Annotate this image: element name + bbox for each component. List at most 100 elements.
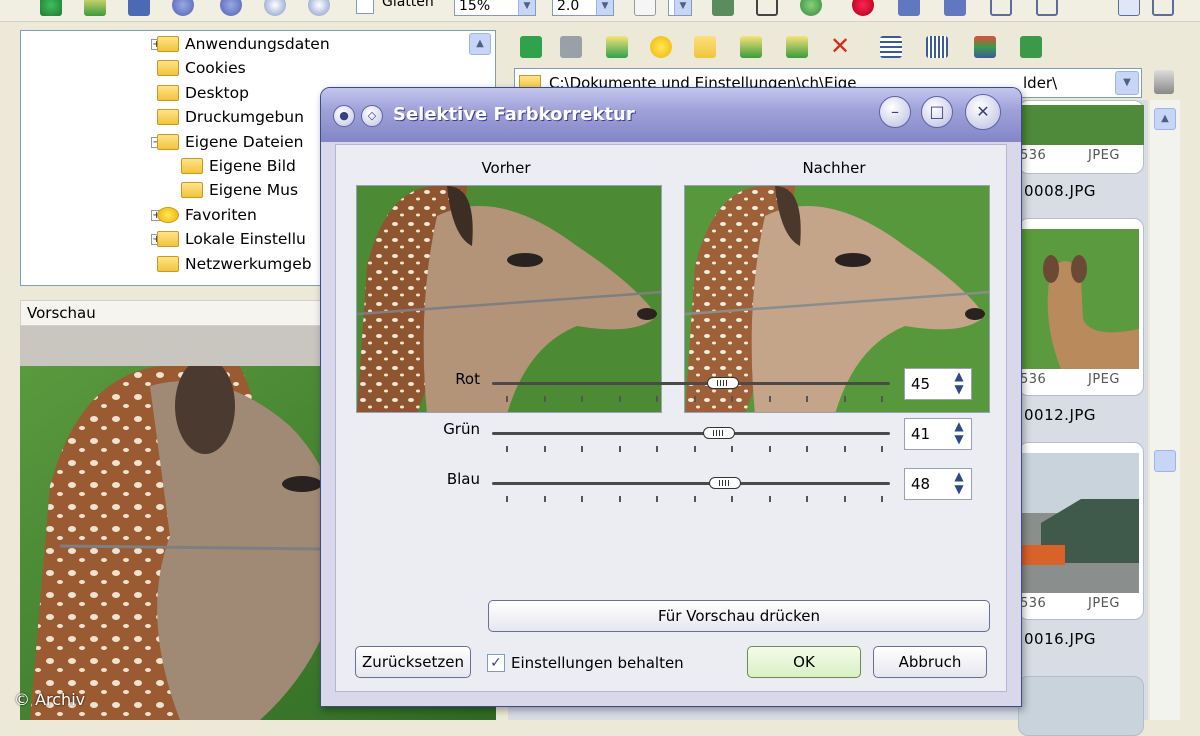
forward-arrow-icon[interactable] (560, 36, 582, 58)
undo-icon[interactable] (898, 0, 920, 16)
slider-value-spinner[interactable]: 45 ▲ ▼ (904, 368, 972, 400)
open-globe-icon[interactable] (40, 0, 62, 16)
thumbnail-card[interactable] (1018, 218, 1144, 396)
tool-select[interactable]: ▼ (668, 0, 692, 16)
minimize-button[interactable]: – (879, 96, 911, 128)
tree-item[interactable]: Anwendungsdaten (157, 33, 330, 55)
slider-tick (843, 396, 846, 402)
thumbnail-image (1020, 105, 1144, 145)
zoom-out-icon[interactable] (308, 0, 330, 16)
slider-track[interactable] (492, 427, 890, 439)
fullscreen-icon[interactable] (1152, 0, 1174, 16)
thumbnail-view-icon[interactable] (974, 36, 996, 58)
slider-value-spinner[interactable]: 48 ▲ ▼ (904, 468, 972, 500)
scrollbar-thumb[interactable] (1154, 450, 1176, 472)
close-button[interactable]: ✕ (965, 94, 1001, 130)
delete-icon[interactable]: ✕ (830, 34, 850, 58)
chevron-down-icon[interactable]: ▼ (518, 0, 535, 15)
zoom-in-icon[interactable] (264, 0, 286, 16)
tree-item[interactable]: Lokale Einstellu (157, 228, 306, 250)
previous-icon[interactable] (172, 0, 194, 16)
gamma-select[interactable]: 2.0 ▼ (552, 0, 614, 16)
zoom-select[interactable]: 15% ▼ (454, 0, 536, 16)
slider-track[interactable] (492, 377, 890, 389)
back-arrow-icon[interactable] (520, 36, 542, 58)
thumbnail-card[interactable] (1018, 442, 1144, 620)
slider-thumb[interactable] (702, 427, 735, 439)
after-label: Nachher (802, 159, 866, 177)
next-icon[interactable] (220, 0, 242, 16)
hand-tool-icon[interactable] (634, 0, 656, 16)
folder-icon (157, 133, 179, 150)
slider-value-spinner[interactable]: 41 ▲ ▼ (904, 418, 972, 450)
slider-tick (506, 396, 508, 402)
reset-button[interactable]: Zurücksetzen (355, 646, 471, 678)
copy-icon[interactable] (712, 0, 734, 16)
spinner-arrows-icon[interactable]: ▲ ▼ (949, 370, 969, 398)
folder-icon (181, 182, 203, 199)
copy-to-folder-icon[interactable] (740, 36, 762, 58)
folder-icon (157, 255, 179, 272)
slider-value: 48 (911, 475, 931, 493)
list-view-icon[interactable] (880, 36, 902, 58)
thumbnail-scrollbar[interactable]: ▲ (1150, 100, 1180, 720)
slider-value: 41 (911, 425, 931, 443)
slider-tick (618, 496, 621, 502)
tree-item[interactable]: Eigene Mus (181, 179, 298, 201)
tree-item[interactable]: Druckumgebun (157, 106, 304, 128)
tree-item[interactable]: Eigene Bild (181, 155, 296, 177)
refresh-icon[interactable] (1020, 36, 1042, 58)
detail-view-icon[interactable] (926, 36, 948, 58)
slider-tick (693, 396, 696, 402)
thumbnail-card[interactable] (1018, 676, 1144, 736)
slider-tick (806, 446, 808, 452)
spinner-arrows-icon[interactable]: ▲ ▼ (949, 470, 969, 498)
trash-icon[interactable] (1154, 70, 1174, 94)
new-folder-icon[interactable] (694, 36, 716, 58)
gamma-value: 2.0 (557, 0, 580, 14)
spinner-arrows-icon[interactable]: ▲ ▼ (949, 420, 969, 448)
slider-label: Grün (443, 420, 480, 438)
scroll-up-button[interactable]: ▲ (1154, 108, 1176, 130)
chevron-down-icon[interactable]: ▼ (596, 0, 613, 15)
smooth-checkbox[interactable] (356, 0, 374, 14)
open-folder-icon[interactable] (84, 0, 106, 16)
single-view-icon[interactable] (1036, 0, 1058, 16)
tree-item[interactable]: Netzwerkumgeb (157, 253, 312, 275)
save-icon[interactable] (128, 0, 150, 16)
thumbnail-type: JPEG (1088, 596, 1120, 611)
red-eye-icon[interactable] (852, 0, 874, 16)
thumbnail-layout-icon[interactable] (1118, 0, 1140, 16)
redo-icon[interactable] (944, 0, 966, 16)
slider-label: Rot (455, 370, 480, 388)
keep-settings-checkbox[interactable]: ✓ (487, 654, 505, 672)
tree-item-label: Favoriten (185, 205, 257, 224)
dialog-body: Vorher Nachher Für Vorschau drücken Rot … (335, 144, 1007, 692)
ok-button[interactable]: OK (747, 646, 861, 678)
tree-item[interactable]: Desktop (157, 82, 249, 104)
slider-thumb[interactable] (708, 477, 741, 489)
dialog-titlebar[interactable]: ● ◇ Selektive Farbkorrektur – □ ✕ (321, 88, 1021, 142)
favorite-star-icon[interactable] (650, 36, 672, 58)
thumbnail-filename: 0008.JPG (1024, 182, 1097, 200)
cancel-button[interactable]: Abbruch (873, 646, 987, 678)
slider-tick (768, 496, 771, 502)
thumbnail-image (1021, 229, 1139, 369)
tree-scroll-up-button[interactable]: ▲ (469, 33, 491, 55)
crop-icon[interactable] (756, 0, 778, 16)
chevron-down-icon[interactable]: ▼ (674, 0, 691, 15)
chevron-down-icon[interactable]: ▼ (1115, 71, 1139, 95)
rotate-icon[interactable] (800, 0, 822, 16)
slider-track[interactable] (492, 477, 890, 489)
folder-up-icon[interactable] (606, 36, 628, 58)
tree-item[interactable]: Eigene Dateien (157, 131, 303, 153)
slider-thumb[interactable] (706, 377, 739, 389)
tree-item[interactable]: Cookies (157, 57, 246, 79)
system-menu-icon[interactable]: ● (333, 105, 355, 127)
tree-item[interactable]: Favoriten (157, 204, 257, 226)
maximize-button[interactable]: □ (921, 96, 953, 128)
grid-view-icon[interactable] (990, 0, 1012, 16)
move-to-folder-icon[interactable] (786, 36, 808, 58)
preview-button[interactable]: Für Vorschau drücken (488, 600, 990, 632)
rollup-icon[interactable]: ◇ (361, 105, 383, 127)
